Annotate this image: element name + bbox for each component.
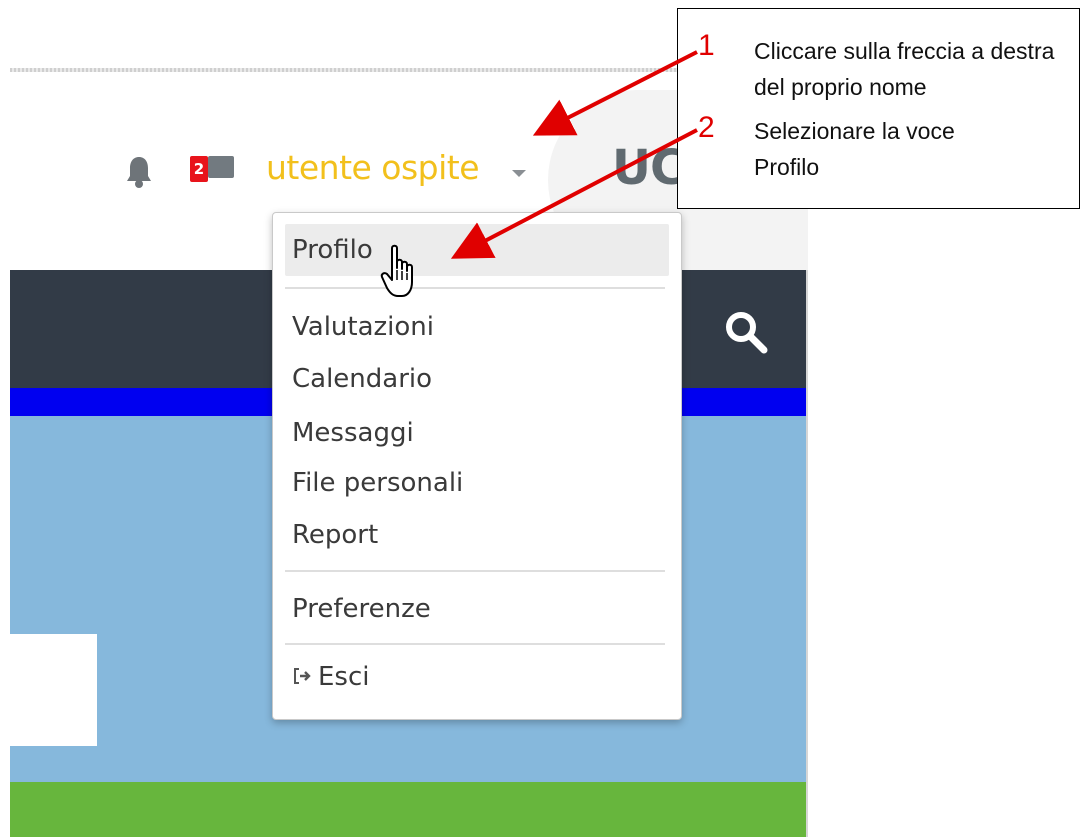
menu-item-valutazioni[interactable]: Valutazioni xyxy=(285,301,669,353)
step-1-text: Cliccare sulla freccia a destra del prop… xyxy=(754,38,1055,100)
search-icon[interactable] xyxy=(722,308,770,356)
sign-out-icon xyxy=(294,668,311,684)
user-name[interactable]: utente ospite xyxy=(266,148,480,187)
menu-divider xyxy=(285,287,665,289)
menu-item-label: Messaggi xyxy=(292,418,414,448)
menu-divider xyxy=(285,643,665,645)
menu-item-messaggi[interactable]: Messaggi xyxy=(285,407,669,459)
menu-item-label: Esci xyxy=(318,662,370,692)
menu-item-label: Preferenze xyxy=(292,594,431,624)
instructions-callout: 1 Cliccare sulla freccia a destra del pr… xyxy=(677,8,1080,209)
menu-item-label: Calendario xyxy=(292,364,433,394)
site-logo[interactable]: UC xyxy=(612,140,685,196)
message-icon[interactable] xyxy=(208,156,234,178)
menu-item-label: Report xyxy=(292,520,379,550)
menu-item-esci[interactable]: Esci xyxy=(285,651,669,703)
menu-item-file-personali[interactable]: File personali xyxy=(285,457,669,509)
message-count-badge[interactable]: 2 xyxy=(190,156,208,182)
user-menu-caret-icon[interactable] xyxy=(512,170,526,177)
bell-icon[interactable] xyxy=(124,154,154,190)
menu-item-label: File personali xyxy=(292,468,464,498)
menu-item-preferenze[interactable]: Preferenze xyxy=(285,583,669,635)
login-box-partial xyxy=(10,634,97,746)
step-1-number: 1 xyxy=(698,29,715,62)
user-dropdown-menu: Profilo Valutazioni Calendario Messaggi … xyxy=(272,212,682,720)
hand-cursor-icon xyxy=(380,244,413,297)
menu-divider xyxy=(285,570,665,572)
green-strip xyxy=(10,782,806,837)
step-2-number: 2 xyxy=(698,111,715,144)
step-2-text: Selezionare la voce Profilo xyxy=(754,118,955,180)
menu-item-label: Profilo xyxy=(292,235,373,265)
menu-item-report[interactable]: Report xyxy=(285,509,669,561)
menu-item-label: Valutazioni xyxy=(292,312,435,342)
menu-item-profilo[interactable]: Profilo xyxy=(285,224,669,276)
menu-item-calendario[interactable]: Calendario xyxy=(285,353,669,405)
